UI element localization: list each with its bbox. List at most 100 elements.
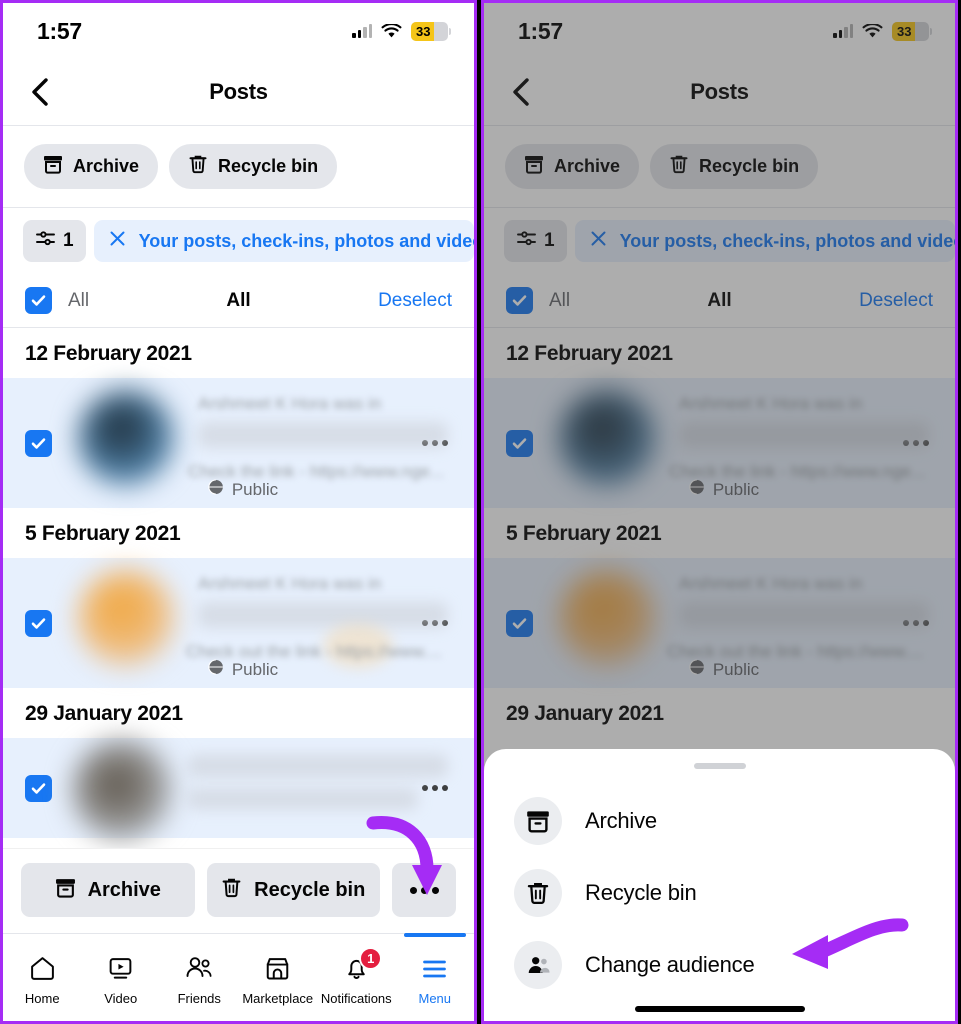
page-title: Posts — [209, 79, 268, 104]
more-horizontal-icon — [407, 886, 441, 894]
chip-recycle-label: Recycle bin — [699, 156, 800, 176]
post-avatar — [559, 570, 655, 666]
more-horizontal-icon[interactable] — [418, 785, 452, 791]
sheet-item-recycle-bin[interactable]: Recycle bin — [484, 857, 955, 929]
filter-button[interactable]: 1 — [504, 220, 567, 262]
more-options-button[interactable] — [392, 863, 456, 917]
table-row[interactable]: Arshmeet K Hora was in Check the link - … — [3, 378, 474, 508]
chip-archive[interactable]: Archive — [24, 144, 159, 189]
trash-icon — [514, 869, 562, 917]
left-screen: 1:57 33 Posts Archive Recycle bin 1 Your… — [3, 3, 474, 1021]
sheet-grabber-handle[interactable] — [693, 763, 746, 769]
marketplace-store-icon — [263, 954, 293, 984]
battery-percent: 33 — [897, 23, 912, 39]
post-checkbox[interactable] — [506, 429, 533, 457]
sheet-item-recycle-bin-label: Recycle bin — [585, 880, 697, 905]
bulk-action-bar: Archive Recycle bin — [3, 848, 474, 933]
select-all-row: All All Deselect — [484, 274, 955, 328]
post-checkbox[interactable] — [25, 609, 52, 637]
post-author-text: Arshmeet K Hora was in — [198, 394, 382, 413]
table-row[interactable]: Arshmeet K Hora was in Check out the lin… — [3, 558, 474, 688]
sheet-item-archive-label: Archive — [585, 808, 657, 833]
filter-button[interactable]: 1 — [23, 220, 86, 262]
active-filter-row: 1 Your posts, check-ins, photos and vide… — [3, 208, 474, 274]
tab-menu[interactable]: Menu — [396, 933, 475, 1021]
audience-people-icon — [514, 941, 562, 989]
archive-button[interactable]: Archive — [21, 863, 195, 917]
chip-archive[interactable]: Archive — [505, 144, 640, 189]
post-preview: Arshmeet K Hora was in Check out the lin… — [68, 568, 448, 679]
deselect-button[interactable]: Deselect — [792, 290, 933, 312]
cellular-signal-icon — [833, 24, 853, 38]
active-filter-label: Your posts, check-ins, photos and videos — [138, 230, 474, 251]
tab-notifications-label: Notifications — [320, 990, 392, 1006]
left-phone-panel: 1:57 33 Posts Archive Recycle bin 1 Your… — [0, 0, 477, 1024]
right-phone-panel: 1:57 33 Posts Archive Recycle bin 1 Your… — [481, 0, 958, 1024]
trash-icon — [221, 877, 242, 904]
tab-friends-label: Friends — [177, 990, 221, 1006]
notifications-badge: 1 — [359, 946, 383, 970]
sheet-item-archive[interactable]: Archive — [484, 785, 955, 857]
battery-icon: 33 — [411, 21, 451, 41]
trash-icon — [188, 154, 208, 179]
select-all-checkbox[interactable] — [506, 287, 533, 314]
chip-recycle-bin[interactable]: Recycle bin — [650, 144, 819, 189]
archive-box-icon — [43, 154, 63, 179]
active-filter-pill[interactable]: Your posts, check-ins, photos and videos — [93, 220, 474, 262]
active-filter-pill[interactable]: Your posts, check-ins, photos and videos — [574, 220, 955, 262]
post-privacy-label: Public — [712, 479, 760, 499]
post-checkbox[interactable] — [25, 429, 52, 457]
tab-marketplace[interactable]: Marketplace — [239, 934, 318, 1021]
post-author-text: Arshmeet K Hora was in — [198, 574, 382, 593]
filter-chips-row: Archive Recycle bin — [484, 126, 955, 208]
status-clock: 1:57 — [37, 17, 82, 44]
trash-icon — [669, 154, 689, 179]
sheet-item-change-audience[interactable]: Change audience — [484, 929, 955, 1001]
sort-filter-label[interactable]: All — [166, 290, 311, 312]
hamburger-menu-icon — [420, 954, 450, 984]
tab-marketplace-label: Marketplace — [242, 990, 314, 1006]
active-tab-indicator — [403, 933, 466, 937]
tab-video[interactable]: Video — [82, 934, 161, 1021]
home-indicator-bar — [634, 1006, 805, 1012]
post-checkbox[interactable] — [25, 774, 52, 802]
date-header: 12 February 2021 — [506, 342, 673, 365]
table-row[interactable]: Arshmeet K Hora was in Check the link - … — [484, 378, 955, 508]
chevron-left-icon[interactable] — [506, 77, 536, 107]
post-avatar — [78, 570, 174, 666]
sheet-item-change-audience-label: Change audience — [585, 952, 755, 977]
date-header: 29 January 2021 — [506, 702, 664, 725]
home-icon — [27, 954, 57, 984]
globe-icon — [689, 479, 705, 500]
chevron-left-icon[interactable] — [25, 77, 55, 107]
sort-filter-label[interactable]: All — [647, 290, 792, 312]
friends-people-icon — [184, 954, 214, 984]
close-x-icon[interactable] — [108, 229, 127, 253]
deselect-button[interactable]: Deselect — [311, 290, 452, 312]
select-all-checkbox-group[interactable]: All — [25, 287, 166, 314]
status-indicators: 33 — [352, 21, 451, 41]
table-row[interactable] — [3, 738, 474, 840]
filter-count-label: 1 — [544, 230, 555, 251]
close-x-icon[interactable] — [589, 229, 608, 253]
tab-friends[interactable]: Friends — [160, 934, 239, 1021]
post-privacy: Public — [689, 659, 759, 680]
post-checkbox[interactable] — [506, 609, 533, 637]
archive-box-icon — [524, 154, 544, 179]
post-privacy: Public — [208, 479, 278, 500]
select-all-checkbox[interactable] — [25, 287, 52, 314]
date-header: 5 February 2021 — [506, 522, 662, 545]
posts-list: 12 February 2021 Arshmeet K Hora was in … — [3, 328, 474, 848]
select-all-label: All — [68, 289, 90, 311]
page-title: Posts — [690, 79, 749, 104]
tab-video-label: Video — [104, 990, 138, 1006]
tab-notifications[interactable]: 1 Notifications — [317, 934, 396, 1021]
active-filter-row: 1 Your posts, check-ins, photos and vide… — [484, 208, 955, 274]
tab-home[interactable]: Home — [3, 934, 82, 1021]
chip-recycle-bin[interactable]: Recycle bin — [169, 144, 338, 189]
select-all-checkbox-group[interactable]: All — [506, 287, 647, 314]
post-preview: Arshmeet K Hora was in Check the link - … — [68, 388, 448, 500]
post-author-text: Arshmeet K Hora was in — [679, 574, 863, 593]
recycle-bin-button[interactable]: Recycle bin — [206, 863, 380, 917]
table-row[interactable]: Arshmeet K Hora was in Check out the lin… — [484, 558, 955, 688]
